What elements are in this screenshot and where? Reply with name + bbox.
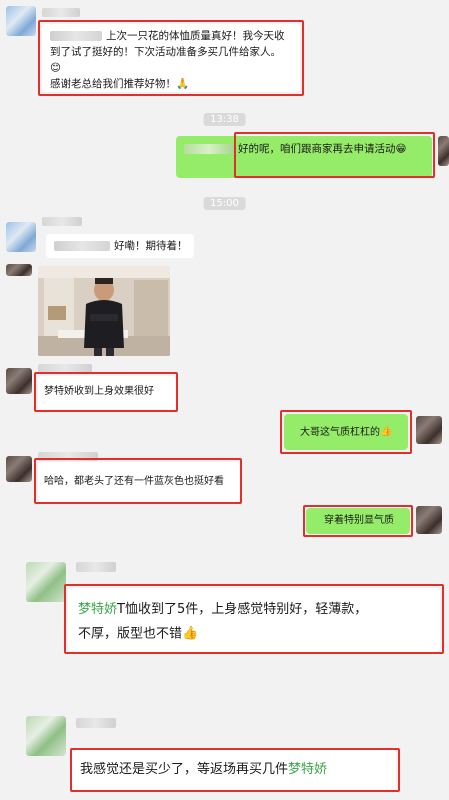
sender-name (42, 217, 82, 226)
highlight-box (34, 372, 178, 412)
message-text: 好嘞！期待着！ (114, 240, 188, 252)
highlight-box (303, 505, 413, 537)
timestamp: 15:00 (203, 197, 246, 210)
highlight-box (234, 132, 435, 178)
sender-name (42, 8, 80, 17)
highlight-box (64, 584, 444, 654)
message-bubble[interactable]: 好嘞！期待着！ (46, 234, 194, 258)
avatar[interactable] (26, 716, 66, 756)
photo-message[interactable] (38, 266, 170, 356)
avatar[interactable] (6, 222, 36, 252)
avatar[interactable] (416, 506, 442, 534)
highlight-box (34, 458, 242, 504)
avatar[interactable] (26, 562, 66, 602)
avatar[interactable] (6, 368, 32, 394)
avatar[interactable] (6, 6, 36, 36)
sender-name (76, 562, 116, 572)
avatar[interactable] (6, 264, 32, 276)
avatar[interactable] (438, 136, 449, 166)
highlight-box (38, 20, 304, 96)
sender-name (76, 718, 116, 728)
timestamp: 13:38 (203, 113, 246, 126)
highlight-box (280, 410, 412, 454)
room-photo-image (38, 266, 170, 356)
highlight-box (70, 748, 400, 792)
avatar[interactable] (6, 456, 32, 482)
avatar[interactable] (416, 416, 442, 444)
